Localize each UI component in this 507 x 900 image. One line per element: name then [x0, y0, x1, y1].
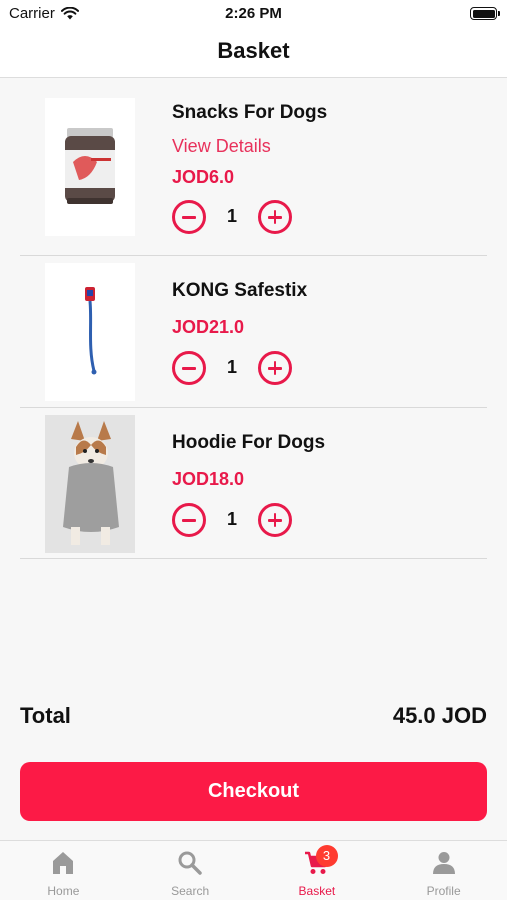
- tab-search-label: Search: [171, 884, 210, 898]
- home-icon: [53, 852, 74, 874]
- checkout-button[interactable]: Checkout: [20, 762, 487, 821]
- tab-bar: Home Search 3 Basket Profile: [0, 840, 507, 900]
- tab-basket-label: Basket: [298, 884, 336, 898]
- quantity-stepper: 1: [172, 351, 292, 385]
- total-row: Total 45.0 JOD: [20, 703, 487, 737]
- total-label: Total: [20, 703, 71, 728]
- product-image-kong[interactable]: [45, 263, 135, 401]
- total-value: 45.0 JOD: [392, 703, 487, 728]
- navigation-bar: Basket: [0, 28, 507, 78]
- page-title: Basket: [217, 38, 290, 63]
- tab-home-label: Home: [47, 884, 80, 898]
- product-price: JOD18.0: [172, 469, 245, 489]
- status-bar: Carrier 2:26 PM: [0, 0, 507, 28]
- tab-search[interactable]: Search: [127, 841, 254, 900]
- product-name[interactable]: KONG Safestix: [172, 280, 307, 302]
- quantity-stepper: 1: [172, 200, 292, 234]
- person-icon: [432, 852, 455, 874]
- dog-in-hoodie-icon: [63, 421, 119, 545]
- quantity-stepper: 1: [172, 503, 292, 537]
- increase-quantity-button[interactable]: [258, 351, 292, 385]
- search-icon: [178, 851, 202, 875]
- product-price: JOD6.0: [172, 167, 235, 187]
- product-price: JOD21.0: [172, 317, 245, 337]
- status-time: 2:26 PM: [225, 5, 282, 22]
- decrease-quantity-button[interactable]: [172, 351, 206, 385]
- product-name[interactable]: Snacks For Dogs: [172, 102, 327, 124]
- decrease-quantity-button[interactable]: [172, 200, 206, 234]
- increase-quantity-button[interactable]: [258, 200, 292, 234]
- quantity-value: 1: [226, 206, 237, 226]
- treat-jar-icon: [65, 128, 115, 204]
- product-name[interactable]: Hoodie For Dogs: [172, 432, 325, 454]
- cart-count-badge: 3: [315, 845, 338, 867]
- decrease-quantity-button[interactable]: [172, 503, 206, 537]
- product-image-snacks[interactable]: [45, 98, 135, 236]
- battery-icon: [470, 7, 500, 20]
- tab-profile[interactable]: Profile: [380, 841, 507, 900]
- view-details-link[interactable]: View Details: [172, 136, 271, 157]
- product-image-hoodie[interactable]: [45, 415, 135, 553]
- tab-home[interactable]: Home: [0, 841, 127, 900]
- basket-item: KONG Safestix JOD21.0 1: [20, 256, 487, 408]
- basket-item: Hoodie For Dogs JOD18.0 1: [20, 408, 487, 559]
- tab-profile-label: Profile: [426, 884, 461, 898]
- toy-stick-icon: [85, 287, 97, 375]
- increase-quantity-button[interactable]: [258, 503, 292, 537]
- basket-item: Snacks For Dogs View Details JOD6.0 1: [20, 88, 487, 256]
- quantity-value: 1: [226, 509, 237, 529]
- tab-basket[interactable]: 3 Basket: [254, 841, 381, 900]
- quantity-value: 1: [226, 357, 237, 377]
